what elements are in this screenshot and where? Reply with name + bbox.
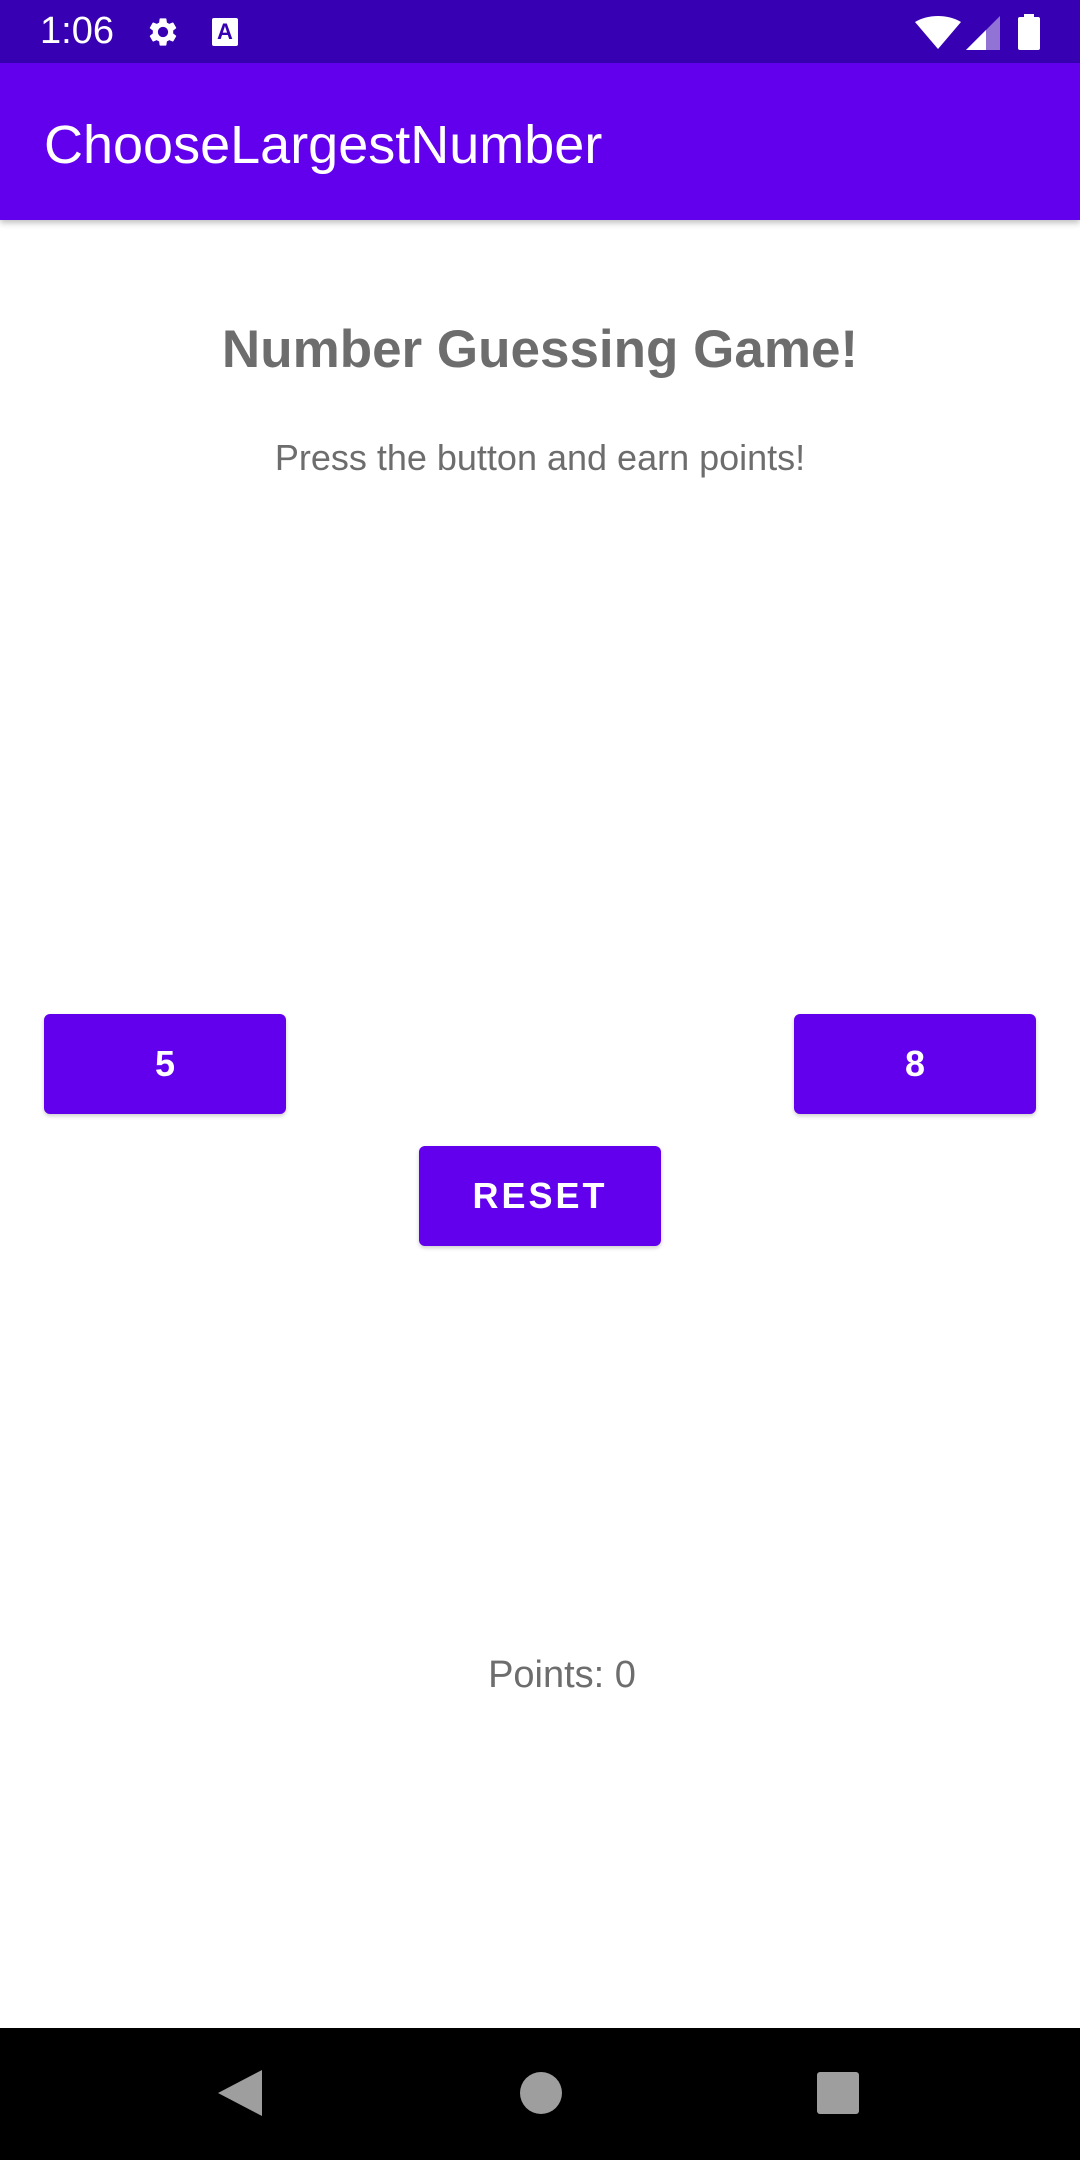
- app-title: ChooseLargestNumber: [44, 115, 603, 175]
- points-label: Points: 0: [488, 1654, 636, 1696]
- game-heading: Number Guessing Game!: [221, 320, 859, 379]
- app-bar: ChooseLargestNumber: [0, 63, 1080, 220]
- app-screen: 1:06 A ChooseLargestNumber Number Guessi…: [0, 0, 1080, 2160]
- reset-button[interactable]: RESET: [419, 1146, 661, 1246]
- a-notification-icon: A: [212, 18, 238, 46]
- recents-icon[interactable]: [817, 2072, 859, 2114]
- left-number-button[interactable]: 5: [44, 1014, 286, 1114]
- navigation-bar: [0, 2028, 1080, 2160]
- status-bar: 1:06 A: [0, 0, 1080, 63]
- wifi-icon: [915, 16, 961, 49]
- gear-icon: [149, 18, 177, 46]
- game-subheading: Press the button and earn points!: [274, 437, 806, 478]
- home-icon[interactable]: [520, 2072, 562, 2114]
- status-time: 1:06: [40, 10, 114, 52]
- back-icon[interactable]: [218, 2070, 262, 2116]
- signal-icon: [966, 16, 1000, 50]
- battery-icon: [1018, 14, 1040, 50]
- right-number-button[interactable]: 8: [794, 1014, 1036, 1114]
